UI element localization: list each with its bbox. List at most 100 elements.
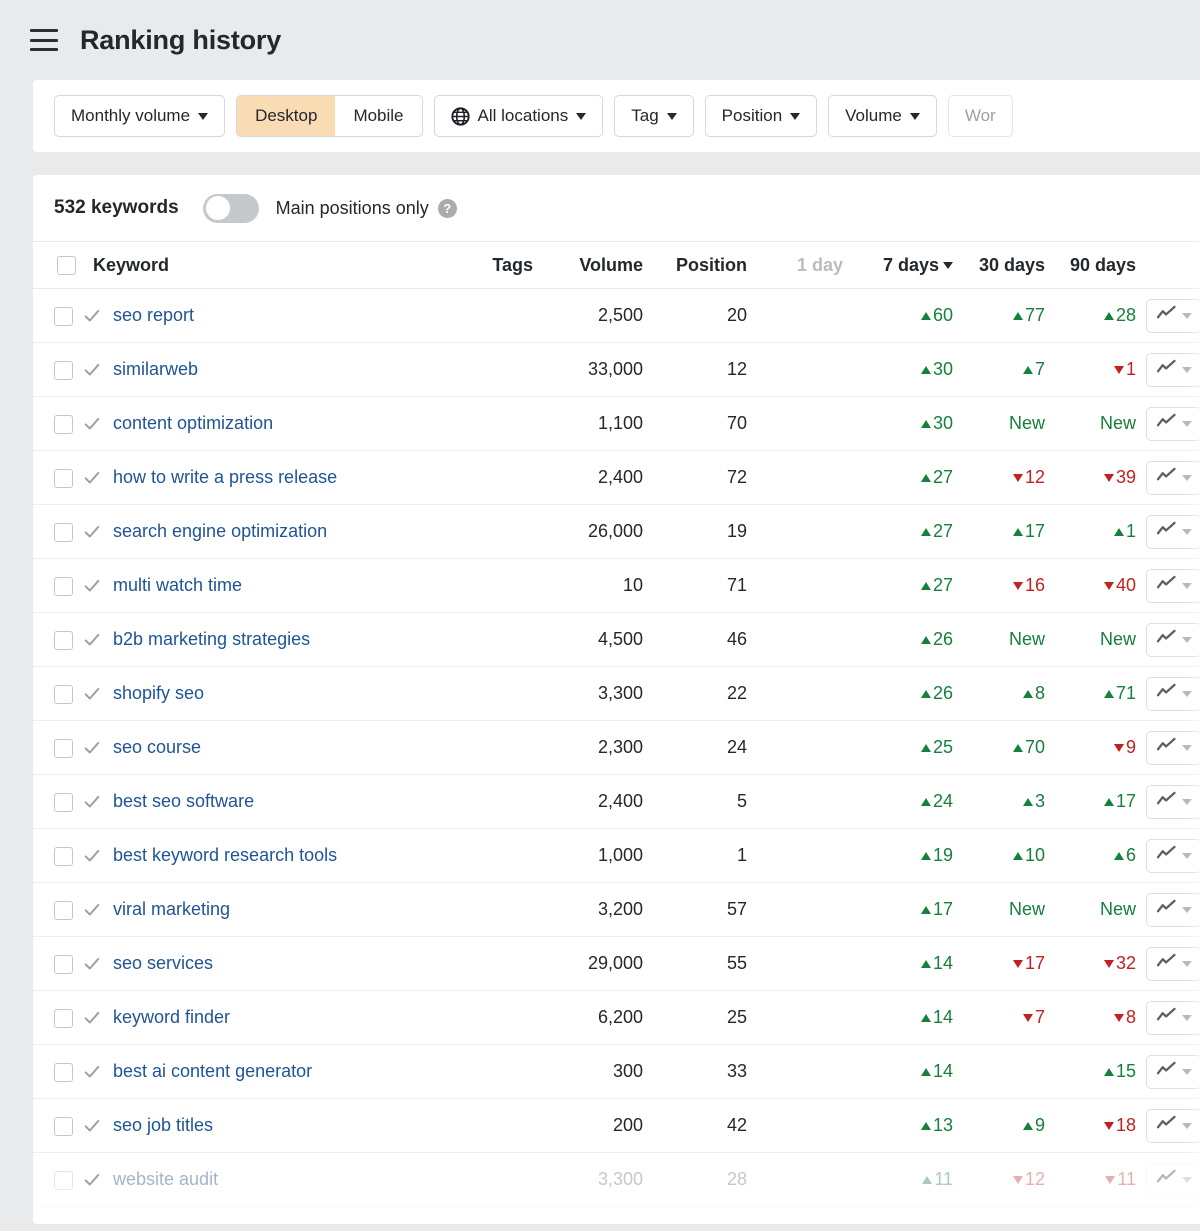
- ranking-chart-button[interactable]: [1146, 838, 1200, 873]
- arrow-up-icon: [1103, 1068, 1114, 1076]
- delta-30-days-cell: 17: [953, 504, 1051, 559]
- keyword-link[interactable]: seo job titles: [113, 1115, 213, 1136]
- row-checkbox[interactable]: [54, 630, 73, 650]
- row-checkbox[interactable]: [54, 1008, 73, 1028]
- column-header-keyword[interactable]: Keyword: [79, 241, 434, 289]
- row-checkbox[interactable]: [54, 684, 73, 704]
- column-header-tags[interactable]: Tags: [434, 241, 539, 289]
- column-header-position[interactable]: Position: [649, 241, 757, 289]
- ranking-chart-button[interactable]: [1146, 892, 1200, 927]
- table-row[interactable]: shopify seo 3,300 22 26 8 71: [33, 666, 1200, 721]
- tags-cell: [434, 504, 539, 559]
- row-checkbox[interactable]: [54, 900, 73, 920]
- keyword-link[interactable]: b2b marketing strategies: [113, 629, 310, 650]
- table-row[interactable]: website audit 3,300 28 11 12 11: [33, 1152, 1200, 1207]
- row-checkbox[interactable]: [54, 576, 73, 596]
- ranking-chart-button[interactable]: [1146, 298, 1200, 333]
- table-row[interactable]: seo course 2,300 24 25 70 9: [33, 720, 1200, 775]
- ranking-chart-button[interactable]: [1146, 1108, 1200, 1143]
- keyword-link[interactable]: content optimization: [113, 413, 273, 434]
- row-select-cell: [33, 396, 79, 451]
- keyword-link[interactable]: seo report: [113, 305, 194, 326]
- ranking-chart-button[interactable]: [1146, 568, 1200, 603]
- row-checkbox[interactable]: [54, 954, 73, 974]
- row-checkbox[interactable]: [54, 792, 73, 812]
- row-checkbox[interactable]: [54, 360, 73, 380]
- ranking-chart-button[interactable]: [1146, 460, 1200, 495]
- row-checkbox[interactable]: [54, 1062, 73, 1082]
- ranking-chart-button[interactable]: [1146, 730, 1200, 765]
- device-option-mobile[interactable]: Mobile: [335, 96, 421, 136]
- table-row[interactable]: viral marketing 3,200 57 17 New New: [33, 882, 1200, 937]
- row-checkbox[interactable]: [54, 414, 73, 434]
- keyword-link[interactable]: seo services: [113, 953, 213, 974]
- row-checkbox[interactable]: [54, 738, 73, 758]
- ranking-chart-button[interactable]: [1146, 622, 1200, 657]
- keyword-link[interactable]: keyword finder: [113, 1007, 230, 1028]
- row-checkbox[interactable]: [54, 468, 73, 488]
- arrow-up-icon: [1113, 528, 1124, 536]
- table-row[interactable]: how to write a press release 2,400 72 27 12 3…: [33, 450, 1200, 505]
- table-row[interactable]: b2b marketing strategies 4,500 46 26 New New: [33, 612, 1200, 667]
- keyword-link[interactable]: similarweb: [113, 359, 198, 380]
- column-header-7-days[interactable]: 7 days: [847, 241, 953, 289]
- ranking-chart-button[interactable]: [1146, 1054, 1200, 1089]
- column-header-1-day[interactable]: 1 day: [757, 241, 847, 289]
- table-row[interactable]: seo job titles 200 42 13 9 18: [33, 1098, 1200, 1153]
- keyword-link[interactable]: viral marketing: [113, 899, 230, 920]
- actions-cell: [1146, 828, 1200, 883]
- select-all-checkbox[interactable]: [57, 256, 76, 276]
- row-checkbox[interactable]: [54, 846, 73, 866]
- table-row[interactable]: multi watch time 10 71 27 16 40: [33, 558, 1200, 613]
- delta-90-days-cell: New: [1051, 396, 1146, 451]
- table-row[interactable]: best seo software 2,400 5 24 3 17: [33, 774, 1200, 829]
- ranking-chart-button[interactable]: [1146, 946, 1200, 981]
- volume-label: Volume: [845, 106, 902, 125]
- table-row[interactable]: seo services 29,000 55 14 17 32: [33, 936, 1200, 991]
- table-row[interactable]: similarweb 33,000 12 30 7 1: [33, 342, 1200, 397]
- ranking-chart-button[interactable]: [1146, 784, 1200, 819]
- ranking-chart-button[interactable]: [1146, 514, 1200, 549]
- ranking-chart-button[interactable]: [1146, 676, 1200, 711]
- keyword-link[interactable]: best ai content generator: [113, 1061, 312, 1082]
- ranking-chart-button[interactable]: [1146, 1162, 1200, 1197]
- volume-dropdown[interactable]: Volume: [828, 95, 937, 137]
- ranking-chart-button[interactable]: [1146, 406, 1200, 441]
- ranking-chart-button[interactable]: [1146, 352, 1200, 387]
- location-dropdown[interactable]: All locations: [433, 95, 604, 137]
- table-row[interactable]: content optimization 1,100 70 30 New New: [33, 396, 1200, 451]
- delta-90-days-cell: 1: [1051, 504, 1146, 559]
- delta-30-days: 7: [1022, 1007, 1045, 1027]
- table-row[interactable]: best ai content generator 300 33 14 15: [33, 1044, 1200, 1099]
- tag-dropdown[interactable]: Tag: [614, 95, 694, 137]
- keyword-link[interactable]: website audit: [113, 1169, 218, 1190]
- row-checkbox[interactable]: [54, 306, 73, 326]
- position-cell: 24: [649, 720, 757, 775]
- column-header-30-days[interactable]: 30 days: [953, 241, 1051, 289]
- column-header-90-days[interactable]: 90 days: [1051, 241, 1146, 289]
- keyword-link[interactable]: best keyword research tools: [113, 845, 337, 866]
- row-checkbox[interactable]: [54, 1116, 73, 1136]
- ranking-chart-button[interactable]: [1146, 1000, 1200, 1035]
- table-row[interactable]: seo report 2,500 20 60 77 28: [33, 288, 1200, 343]
- words-dropdown[interactable]: Wor: [947, 95, 1013, 137]
- help-icon[interactable]: ?: [437, 198, 457, 218]
- keyword-link[interactable]: how to write a press release: [113, 467, 337, 488]
- table-row[interactable]: keyword finder 6,200 25 14 7 8: [33, 990, 1200, 1045]
- main-positions-toggle[interactable]: [202, 193, 259, 223]
- row-checkbox[interactable]: [54, 522, 73, 542]
- table-row[interactable]: search engine optimization 26,000 19 27 17 1: [33, 504, 1200, 559]
- table-row[interactable]: best keyword research tools 1,000 1 19 10 6: [33, 828, 1200, 883]
- keyword-link[interactable]: search engine optimization: [113, 521, 327, 542]
- column-header-volume[interactable]: Volume: [539, 241, 649, 289]
- keyword-link[interactable]: shopify seo: [113, 683, 204, 704]
- device-option-desktop[interactable]: Desktop: [237, 96, 336, 136]
- position-dropdown[interactable]: Position: [704, 95, 818, 137]
- keyword-link[interactable]: multi watch time: [113, 575, 242, 596]
- keyword-link[interactable]: seo course: [113, 737, 201, 758]
- monthly-volume-dropdown[interactable]: Monthly volume: [54, 95, 226, 137]
- keyword-link[interactable]: best seo software: [113, 791, 254, 812]
- arrow-down-icon: [1012, 960, 1023, 968]
- row-checkbox[interactable]: [54, 1170, 73, 1190]
- hamburger-icon[interactable]: [30, 29, 58, 51]
